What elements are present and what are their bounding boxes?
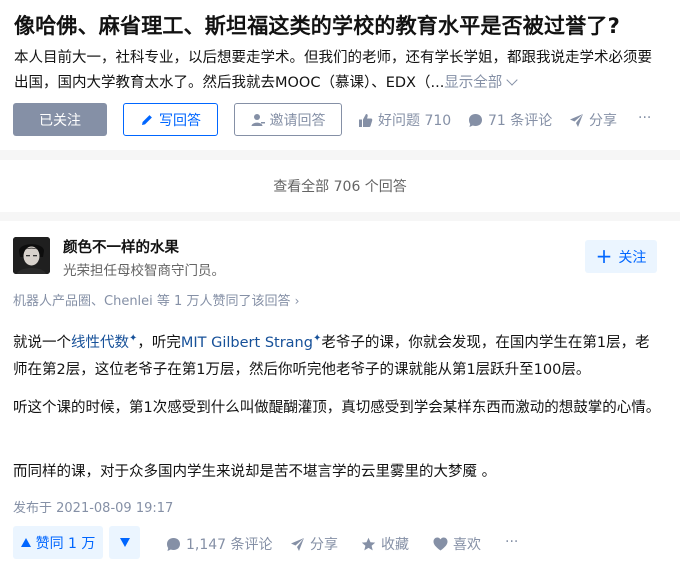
followed-button-label: 已关注 xyxy=(39,112,81,129)
collect-button[interactable]: 收藏 xyxy=(361,534,409,554)
link-gilbert-strang[interactable]: MIT Gilbert Strang✦ xyxy=(180,333,321,351)
avatar[interactable] xyxy=(13,237,50,274)
follow-author-label: 关注 xyxy=(618,249,647,266)
paper-plane-icon xyxy=(291,537,304,551)
question-comments-button[interactable]: 71 条评论 xyxy=(468,110,552,130)
view-all-answers-link[interactable]: 查看全部 706 个回答 xyxy=(0,160,680,212)
answer-paragraph-1: 就说一个线性代数✦，听完MIT Gilbert Strang✦老爷子的课，你就会… xyxy=(13,325,663,384)
answer-paragraph-2: 听这个课的时候，第1次感受到什么叫做醍醐灌顶，真切感受到学会某样东西而激动的想鼓… xyxy=(13,400,661,416)
write-answer-button[interactable]: 写回答 xyxy=(123,103,218,136)
comment-icon xyxy=(167,537,180,551)
voters-text: 机器人产品圈、Chenlei 等 1 万人赞同了该回答 xyxy=(13,294,291,309)
thumb-up-icon xyxy=(359,113,373,127)
link-gilbert-strang-text: MIT Gilbert Strang xyxy=(180,334,313,351)
answer-paragraph-1-text-b: ，听完 xyxy=(137,334,181,351)
answer-paragraph-3: 而同样的课，对于众多国内学生来说却是苦不堪言学的云里雾里的大梦魇 。 xyxy=(13,464,497,480)
good-question-label: 好问题 710 xyxy=(378,113,452,129)
downvote-button[interactable] xyxy=(109,526,140,559)
link-linear-algebra[interactable]: 线性代数✦ xyxy=(71,333,137,351)
like-label: 喜欢 xyxy=(453,537,481,553)
good-question-button[interactable]: 好问题 710 xyxy=(358,110,451,130)
author-bio: 光荣担任母校智商守门员。 xyxy=(63,263,225,279)
more-icon: ··· xyxy=(505,534,519,550)
question-comments-label: 71 条评论 xyxy=(488,113,553,129)
invite-user-icon xyxy=(251,113,265,126)
avatar-image xyxy=(13,237,50,274)
like-button[interactable]: 喜欢 xyxy=(433,534,481,554)
question-share-label: 分享 xyxy=(589,113,617,129)
question-detail-line1: 本人目前大一，社科专业，以后想要走学术。但我们的老师，还有学长学姐，都跟我说走学… xyxy=(14,50,652,66)
triangle-down-icon xyxy=(119,538,130,547)
followed-button[interactable]: 已关注 xyxy=(13,103,107,136)
link-linear-algebra-text: 线性代数 xyxy=(71,334,129,351)
author-name[interactable]: 颜色不一样的水果 xyxy=(63,236,179,257)
answer-paragraph-1-text-a: 就说一个 xyxy=(13,334,71,351)
plus-icon: + xyxy=(595,243,613,268)
voters-summary[interactable]: 机器人产品圈、Chenlei 等 1 万人赞同了该回答 › xyxy=(13,290,299,309)
collect-label: 收藏 xyxy=(381,537,409,553)
answer-share-label: 分享 xyxy=(310,537,338,553)
pencil-icon xyxy=(142,114,152,125)
triangle-up-icon xyxy=(20,538,31,547)
answer-share-button[interactable]: 分享 xyxy=(290,534,338,554)
show-all-link[interactable]: 显示全部 xyxy=(444,75,502,91)
follow-author-button[interactable]: + 关注 xyxy=(585,240,657,273)
question-card: 像哈佛、麻省理工、斯坦福这类的学校的教育水平是否被过誉了? 本人目前大一，社科专… xyxy=(0,0,680,150)
question-title[interactable]: 像哈佛、麻省理工、斯坦福这类的学校的教育水平是否被过誉了? xyxy=(14,10,620,40)
invite-answer-button[interactable]: 邀请回答 xyxy=(234,103,342,136)
more-icon: ··· xyxy=(638,110,652,126)
question-detail-line2: 出国，国内大学教育太水了。然后我就去MOOC（慕课）、EDX（...显示全部 xyxy=(14,71,670,96)
question-detail[interactable]: 本人目前大一，社科专业，以后想要走学术。但我们的老师，还有学长学姐，都跟我说走学… xyxy=(14,46,670,96)
answer-card: 颜色不一样的水果 光荣担任母校智商守门员。 + 关注 机器人产品圈、Chenle… xyxy=(0,221,680,568)
answer-comments-button[interactable]: 1,147 条评论 xyxy=(166,534,273,554)
comment-icon xyxy=(469,113,482,127)
write-answer-label: 写回答 xyxy=(159,112,201,129)
paper-plane-icon xyxy=(570,113,583,127)
answer-more-button[interactable]: ··· xyxy=(505,534,518,550)
upvote-button[interactable]: 赞同 1 万 xyxy=(13,526,103,559)
star-icon xyxy=(361,537,376,550)
answer-comments-label: 1,147 条评论 xyxy=(186,537,273,553)
question-more-button[interactable]: ··· xyxy=(638,110,651,126)
chevron-right-icon: › xyxy=(294,294,300,308)
question-share-button[interactable]: 分享 xyxy=(569,110,617,130)
publish-time[interactable]: 发布于 2021-08-09 19:17 xyxy=(13,497,173,516)
chevron-down-icon[interactable] xyxy=(506,74,518,86)
upvote-label: 赞同 1 万 xyxy=(35,535,96,552)
heart-icon xyxy=(433,537,448,551)
invite-answer-label: 邀请回答 xyxy=(269,112,326,129)
view-all-answers-label: 查看全部 706 个回答 xyxy=(273,179,407,195)
